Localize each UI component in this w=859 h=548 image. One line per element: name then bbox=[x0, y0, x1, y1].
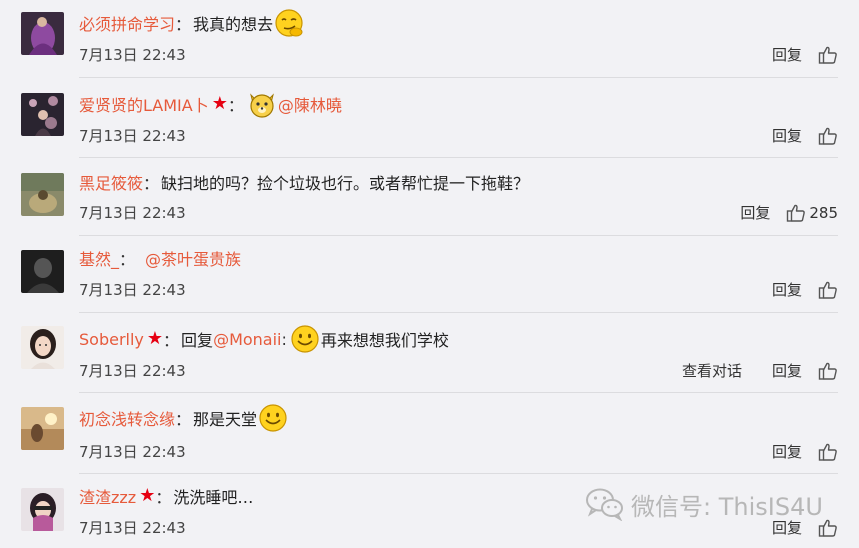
vip-star-icon: ★ bbox=[146, 328, 164, 349]
like-button[interactable] bbox=[818, 126, 838, 146]
divider bbox=[79, 157, 838, 158]
separator: ： bbox=[119, 250, 136, 269]
comment-time: 7月13日 22:43 bbox=[79, 281, 186, 299]
thumbs-up-icon bbox=[818, 46, 837, 64]
comment-text: 洗洗睡吧… bbox=[173, 488, 254, 507]
separator: ： bbox=[143, 174, 160, 193]
username-link[interactable]: Soberlly bbox=[79, 330, 144, 349]
smile-emoji-icon bbox=[258, 403, 288, 433]
avatar[interactable] bbox=[21, 12, 64, 55]
watermark-text: 微信号: ThisIS4U bbox=[631, 492, 823, 521]
avatar[interactable] bbox=[21, 173, 64, 216]
avatar[interactable] bbox=[21, 93, 64, 136]
dog-emoji-icon bbox=[247, 89, 277, 119]
vip-star-icon: ★ bbox=[139, 485, 156, 506]
separator: ： bbox=[155, 488, 172, 507]
reply-button[interactable]: 回复 bbox=[772, 279, 802, 300]
reply-button[interactable]: 回复 bbox=[772, 125, 802, 146]
wechat-icon bbox=[586, 488, 623, 521]
comment-text: 我真的想去 bbox=[193, 15, 274, 34]
like-button[interactable]: 285 bbox=[786, 203, 838, 223]
username-link[interactable]: 基然_ bbox=[79, 246, 119, 270]
comment-text: 缺扫地的吗？捡个垃圾也行。或者帮忙提一下拖鞋？ bbox=[161, 174, 530, 193]
like-count: 285 bbox=[809, 203, 838, 222]
thumbs-up-icon bbox=[818, 127, 837, 145]
reply-button[interactable]: 回复 bbox=[772, 44, 802, 65]
divider bbox=[79, 235, 838, 236]
comment-time: 7月13日 22:43 bbox=[79, 204, 186, 222]
like-button[interactable] bbox=[818, 361, 838, 381]
thumbs-up-icon bbox=[787, 204, 806, 222]
reply-button[interactable]: 回复 bbox=[772, 441, 802, 462]
comment-time: 7月13日 22:43 bbox=[79, 519, 186, 537]
comment-text: 那是天堂 bbox=[193, 410, 258, 429]
reply-prefix: 回复 bbox=[181, 331, 214, 350]
like-button[interactable] bbox=[818, 280, 838, 300]
separator: : bbox=[281, 329, 287, 349]
mention-link[interactable]: @茶叶蛋贵族 bbox=[145, 246, 241, 270]
like-button[interactable] bbox=[818, 442, 838, 462]
thumbs-up-icon bbox=[818, 443, 837, 461]
smile-emoji-icon bbox=[290, 324, 320, 354]
separator: ： bbox=[175, 410, 192, 429]
divider bbox=[79, 77, 838, 78]
username-link[interactable]: 渣渣zzz bbox=[79, 484, 136, 508]
mention-link[interactable]: @陳林曉 bbox=[278, 92, 342, 116]
divider bbox=[79, 392, 838, 393]
comment-time: 7月13日 22:43 bbox=[79, 362, 186, 380]
avatar[interactable] bbox=[21, 407, 64, 450]
vip-star-icon: ★ bbox=[211, 93, 228, 114]
comment-time: 7月13日 22:43 bbox=[79, 127, 186, 145]
comment-time: 7月13日 22:43 bbox=[79, 46, 186, 64]
username-link[interactable]: 黑足筱筱 bbox=[79, 170, 143, 194]
separator: ： bbox=[163, 331, 180, 350]
mention-link[interactable]: @Monaii bbox=[213, 330, 281, 349]
avatar[interactable] bbox=[21, 326, 64, 369]
avatar[interactable] bbox=[21, 250, 64, 293]
separator: ： bbox=[175, 15, 192, 34]
divider bbox=[79, 473, 838, 474]
comment-text: 再来想想我们学校 bbox=[320, 331, 449, 350]
username-link[interactable]: 爱贤贤的LAMIA卜 bbox=[79, 92, 209, 116]
thumbs-up-icon bbox=[818, 362, 837, 380]
reply-button[interactable]: 回复 bbox=[772, 360, 802, 381]
username-link[interactable]: 初念浅转念缘 bbox=[79, 406, 175, 430]
wechat-watermark: 微信号: ThisIS4U bbox=[585, 484, 835, 524]
smirk-emoji-icon bbox=[274, 8, 304, 38]
divider bbox=[79, 312, 838, 313]
reply-button[interactable]: 回复 bbox=[740, 202, 770, 223]
username-link[interactable]: 必须拼命学习 bbox=[79, 11, 175, 35]
avatar[interactable] bbox=[21, 488, 64, 531]
comment-time: 7月13日 22:43 bbox=[79, 443, 186, 461]
separator: ： bbox=[227, 96, 244, 115]
thumbs-up-icon bbox=[818, 281, 837, 299]
view-conversation-link[interactable]: 查看对话 bbox=[682, 360, 742, 381]
like-button[interactable] bbox=[818, 45, 838, 65]
